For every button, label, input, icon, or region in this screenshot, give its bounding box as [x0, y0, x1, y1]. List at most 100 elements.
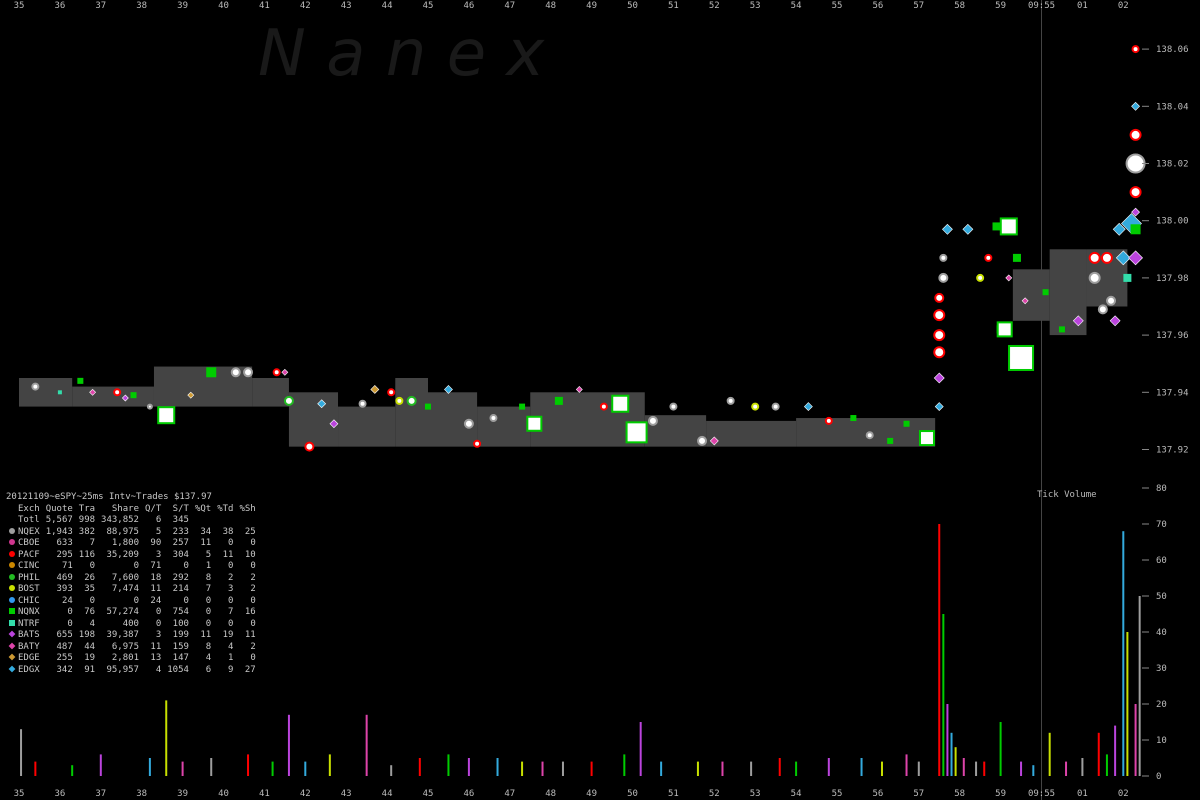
trade-nqnx — [850, 415, 857, 422]
stats-cell: 2 — [250, 641, 256, 652]
x-tick-label-top: 01 — [1077, 1, 1088, 11]
stats-cell: Share — [111, 503, 139, 514]
stats-cell: 0 — [183, 561, 189, 571]
trade-nqnx — [157, 406, 176, 425]
nanex-tick-chart: N a n e x 353536363737383839394040414142… — [14, 0, 1189, 800]
stats-cell: 343,852 — [101, 515, 139, 525]
stats-cell: 16 — [244, 607, 256, 617]
stats-cell: 35 — [84, 584, 96, 594]
x-tick-label-bottom: 09:55 — [1028, 789, 1055, 799]
stats-cell: 0 — [183, 595, 189, 606]
trade-bats — [1128, 250, 1143, 266]
stats-cell: 0 — [205, 618, 212, 629]
legend-marker-cell — [6, 527, 18, 539]
trade-phil — [406, 395, 417, 406]
volume-bar — [496, 758, 499, 776]
stats-cell: 90 — [150, 538, 162, 548]
trade-nqex — [939, 253, 948, 262]
trade-baty — [281, 368, 289, 376]
stats-cell: 6 — [205, 664, 212, 675]
x-tick-label-bottom: 36 — [54, 789, 65, 799]
stats-cell: 0 — [250, 538, 256, 548]
volume-bar — [521, 761, 524, 776]
stats-cell: 11 — [244, 630, 256, 640]
stats-cell: 655 — [56, 630, 73, 640]
x-tick-label-bottom: 38 — [136, 789, 147, 799]
stats-exchange: CHIC — [18, 595, 40, 606]
stats-cell: 19 — [84, 653, 96, 663]
trade-nqex — [669, 402, 678, 411]
stats-cell: 4 — [228, 641, 234, 652]
price-tick-label: 138.06 — [1156, 45, 1189, 55]
legend-marker-cell — [6, 642, 18, 654]
volume-bar — [750, 761, 753, 776]
stats-cell: 3 — [228, 584, 234, 594]
trade-bost — [751, 402, 760, 411]
trade-pacf — [272, 368, 281, 377]
trade-pacf — [304, 441, 315, 452]
stats-cell: 95,957 — [106, 664, 139, 675]
nbbo-band — [395, 378, 428, 447]
trade-pacf — [1129, 128, 1142, 141]
volume-bar — [778, 758, 781, 776]
volume-bar — [99, 754, 102, 776]
stats-cell: 71 — [61, 561, 73, 571]
volume-bar — [541, 761, 544, 776]
stats-cell: 3 — [155, 630, 162, 640]
stats-cell: 4 — [89, 618, 96, 629]
trade-nqex — [230, 367, 241, 378]
legend-marker — [8, 642, 16, 649]
stats-cell: 25 — [244, 526, 256, 537]
x-tick-label-top: 54 — [791, 1, 802, 11]
x-tick-label-bottom: 50 — [627, 789, 638, 799]
x-tick-label-top: 49 — [586, 1, 597, 11]
x-tick-label-top: 50 — [627, 1, 638, 11]
x-tick-label-bottom: 41 — [259, 789, 270, 799]
trade-nqnx — [1042, 289, 1049, 296]
trade-ntrf — [1123, 273, 1132, 282]
volume-bar — [210, 758, 213, 776]
stats-cell: 198 — [78, 630, 96, 640]
stats-exchange: BOST — [18, 584, 40, 594]
x-tick-label-top: 44 — [382, 1, 393, 11]
legend-marker — [9, 573, 15, 580]
stats-cell: 0 — [228, 595, 234, 606]
stats-cell: 11 — [150, 584, 162, 594]
x-tick-label-top: 41 — [259, 1, 270, 11]
trade-pacf — [934, 292, 945, 303]
x-tick-label-bottom: 52 — [709, 789, 720, 799]
stats-cell: 487 — [56, 641, 73, 652]
stats-cell: 88,975 — [106, 526, 139, 537]
volume-bar — [1020, 761, 1023, 776]
trade-pacf — [1131, 45, 1140, 54]
stats-cell: 2 — [250, 584, 256, 594]
stats-cell: 0 — [228, 561, 234, 571]
x-tick-label-top: 59 — [995, 1, 1006, 11]
legend-marker — [9, 608, 15, 614]
stats-cell: 345 — [172, 515, 189, 525]
trade-nqnx — [425, 403, 431, 410]
stats-cell: 4 — [205, 653, 212, 663]
legend-marker — [9, 550, 15, 557]
stats-cell: 1,800 — [111, 538, 139, 548]
trade-nqex — [697, 435, 708, 446]
volume-bar — [1048, 732, 1051, 776]
volume-tick-label: 50 — [1156, 592, 1167, 602]
stats-row: EDGE 255 19 2,801 13 147 4 1 0 — [6, 653, 256, 665]
legend-marker-cell — [6, 653, 18, 665]
x-tick-label-top: 45 — [423, 1, 434, 11]
volume-bar — [1065, 761, 1068, 776]
stats-cell: 0 — [228, 538, 234, 548]
x-tick-label-bottom: 40 — [218, 789, 229, 799]
nbbo-band — [252, 378, 289, 407]
stats-cell: 0 — [67, 607, 73, 617]
stats-cell: 5 — [205, 549, 212, 560]
volume-bar — [590, 761, 593, 776]
legend-marker — [8, 653, 16, 661]
stats-total-row: Totl 5,567 998 343,852 6 345 — [6, 515, 256, 527]
x-tick-label-bottom: 58 — [954, 789, 965, 799]
stats-cell: 998 — [78, 515, 96, 525]
x-tick-label-bottom: 39 — [177, 789, 188, 799]
stats-cell: 7 — [205, 584, 212, 594]
stats-exchange: CINC — [18, 561, 40, 571]
